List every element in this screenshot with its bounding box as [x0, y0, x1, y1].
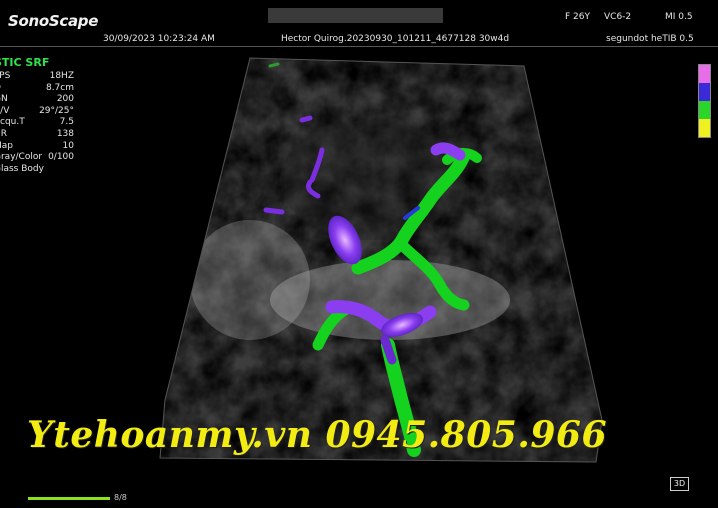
color-scale-segment: [699, 119, 710, 137]
watermark-text: Ytehoanmy.vn 0945.805.966: [27, 414, 608, 456]
param-row: Gray/Color0/100: [0, 152, 74, 163]
color-scale-segment: [699, 65, 710, 83]
param-row: B/V29°/25°: [0, 105, 74, 116]
vessel-fragment-4: [263, 207, 285, 215]
param-row: HR138: [0, 128, 74, 139]
frequency-readout: F 26Y: [565, 12, 590, 22]
title-box: [268, 8, 443, 23]
param-row: D8.7cm: [0, 82, 74, 93]
vessel-fragment-3: [299, 115, 313, 123]
ultrasound-screen: SonoScape 30/09/2023 10:23:24 AM Hector …: [0, 0, 718, 508]
tib-readout: segundot heTIB 0.5: [606, 34, 694, 44]
header-divider: [0, 46, 718, 47]
mi-readout: MI 0.5: [665, 12, 693, 22]
imaging-mode: STIC SRF: [0, 56, 50, 69]
brand-logo: SonoScape: [8, 12, 99, 30]
parameter-panel: STIC SRF FPS18HZ D8.7cm GN200 B/V29°/25°…: [0, 56, 74, 175]
color-scale-segment: [699, 101, 710, 119]
view-3d-button[interactable]: 3D: [670, 477, 689, 491]
param-row: Acqu.T7.5: [0, 117, 74, 128]
render-mode: Glass Body: [0, 163, 44, 174]
param-row: FPS18HZ: [0, 71, 74, 81]
param-row: GN200: [0, 94, 74, 105]
probe-name: VC6-2: [604, 12, 632, 22]
param-row: Map10: [0, 140, 74, 151]
patient-info: Hector Quirog.20230930_101211_4677128 30…: [281, 34, 510, 44]
vessel-fragment-5: [268, 62, 280, 68]
cine-progress-bar[interactable]: [28, 497, 110, 500]
vessel-purple-top: [430, 142, 466, 161]
color-scale-segment: [699, 83, 710, 101]
cine-frame-counter: 8/8: [114, 493, 127, 502]
color-scale-bar: [698, 64, 711, 138]
datetime: 30/09/2023 10:23:24 AM: [103, 34, 215, 44]
